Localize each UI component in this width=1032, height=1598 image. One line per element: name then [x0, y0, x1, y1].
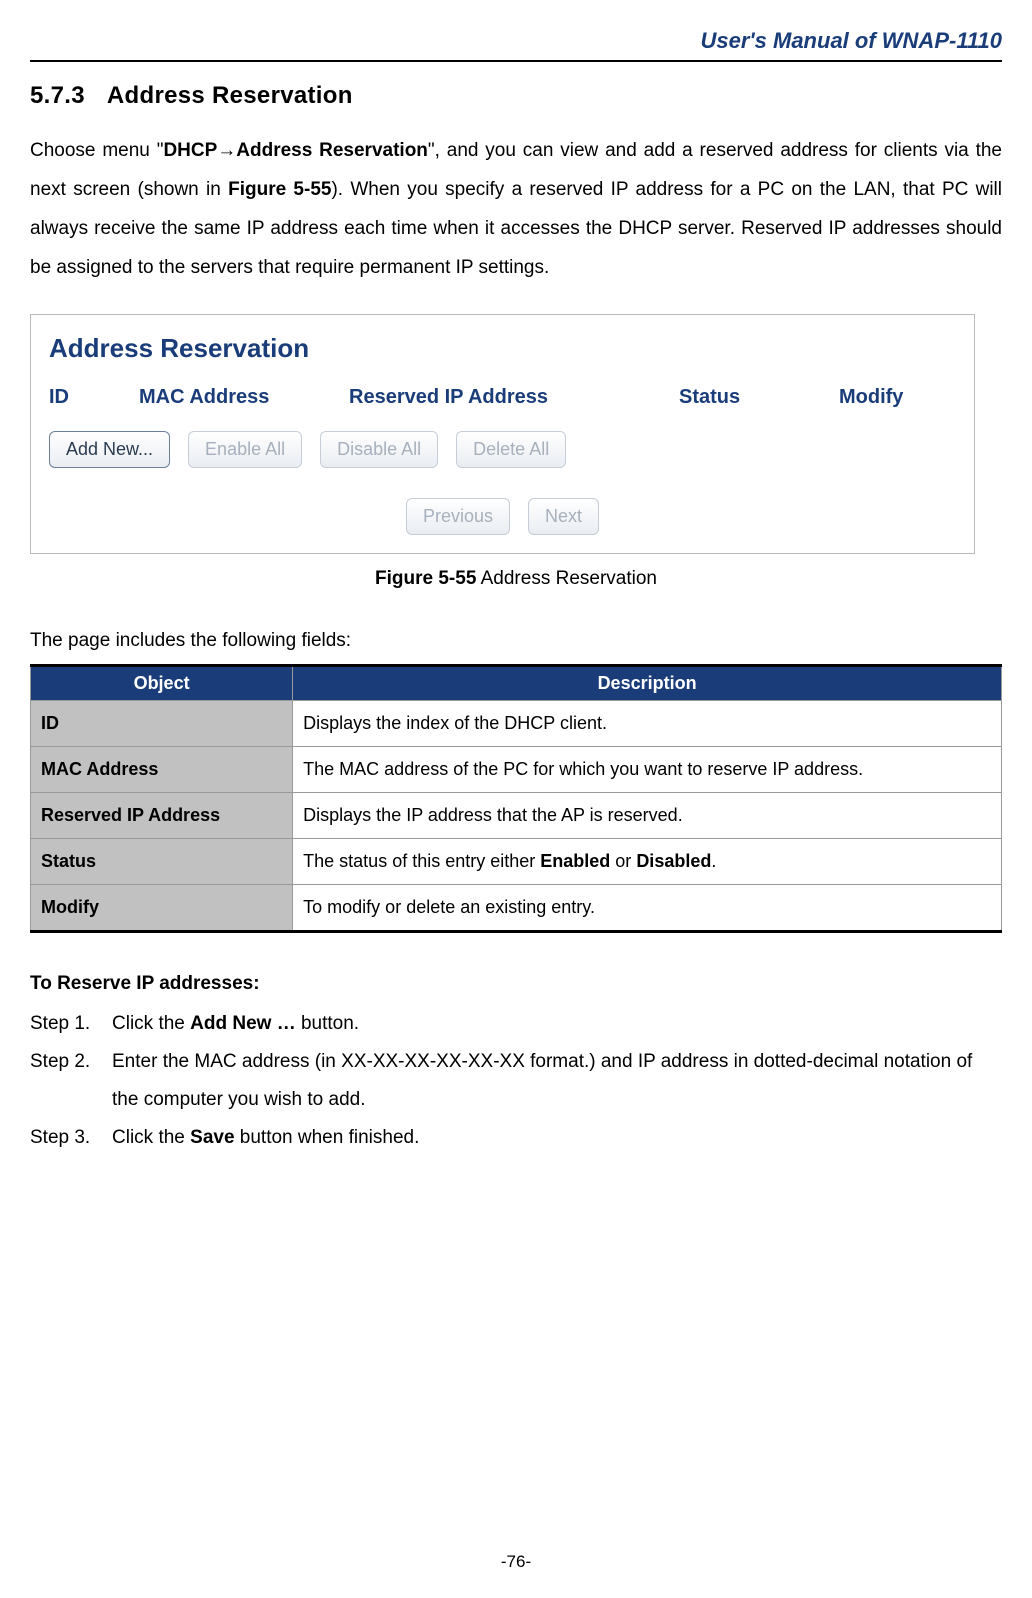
step-3-body: Click the Save button when finished.: [112, 1119, 1002, 1157]
field-object-id: ID: [31, 700, 293, 746]
field-desc-reserved-ip: Displays the IP address that the AP is r…: [293, 792, 1002, 838]
figure-panel-title: Address Reservation: [31, 327, 974, 378]
reserve-heading: To Reserve IP addresses:: [30, 973, 1002, 995]
intro-menu-path: DHCP→Address Reservation: [163, 140, 427, 161]
step-3: Step 3. Click the Save button when finis…: [30, 1119, 1002, 1157]
step-1-label: Step 1.: [30, 1005, 112, 1043]
field-object-status: Status: [31, 838, 293, 884]
table-row: Status The status of this entry either E…: [31, 838, 1002, 884]
status-disabled-bold: Disabled: [636, 851, 711, 871]
section-number: 5.7.3: [30, 82, 85, 109]
header-divider: [30, 60, 1002, 62]
figure-col-status: Status: [679, 386, 839, 409]
step-3-bold: Save: [190, 1127, 234, 1148]
enable-all-button[interactable]: Enable All: [188, 431, 302, 468]
figure-col-reserved-ip: Reserved IP Address: [349, 386, 679, 409]
status-desc-pre: The status of this entry either: [303, 851, 540, 871]
table-row: MAC Address The MAC address of the PC fo…: [31, 746, 1002, 792]
intro-paragraph: Choose menu "DHCP→Address Reservation", …: [30, 132, 1002, 288]
figure-caption: Figure 5-55 Address Reservation: [30, 568, 1002, 590]
intro-figure-ref: Figure 5-55: [228, 179, 331, 200]
status-enabled-bold: Enabled: [540, 851, 610, 871]
step-1-body: Click the Add New … button.: [112, 1005, 1002, 1043]
figure-col-modify: Modify: [839, 386, 949, 409]
step-1-bold: Add New …: [190, 1013, 296, 1034]
document-header-title: User's Manual of WNAP-1110: [30, 0, 1002, 60]
step-2-label: Step 2.: [30, 1043, 112, 1119]
section-heading: 5.7.3 Address Reservation: [30, 82, 1002, 110]
figure-col-mac: MAC Address: [139, 386, 349, 409]
field-desc-id: Displays the index of the DHCP client.: [293, 700, 1002, 746]
fields-header-object: Object: [31, 665, 293, 700]
status-desc-post: .: [711, 851, 716, 871]
intro-pre: Choose menu ": [30, 140, 163, 161]
step-3-post: button when finished.: [235, 1127, 420, 1148]
fields-table: Object Description ID Displays the index…: [30, 664, 1002, 933]
step-2: Step 2. Enter the MAC address (in XX-XX-…: [30, 1043, 1002, 1119]
figure-col-id: ID: [49, 386, 139, 409]
delete-all-button[interactable]: Delete All: [456, 431, 566, 468]
field-desc-status: The status of this entry either Enabled …: [293, 838, 1002, 884]
table-row: ID Displays the index of the DHCP client…: [31, 700, 1002, 746]
fields-intro: The page includes the following fields:: [30, 630, 1002, 652]
field-desc-mac: The MAC address of the PC for which you …: [293, 746, 1002, 792]
figure-column-headers: ID MAC Address Reserved IP Address Statu…: [31, 378, 974, 431]
figure-caption-rest: Address Reservation: [476, 568, 657, 589]
next-button[interactable]: Next: [528, 498, 599, 535]
fields-table-header-row: Object Description: [31, 665, 1002, 700]
step-2-body: Enter the MAC address (in XX-XX-XX-XX-XX…: [112, 1043, 1002, 1119]
add-new-button[interactable]: Add New...: [49, 431, 170, 468]
page-number: -76-: [0, 1552, 1032, 1572]
step-1: Step 1. Click the Add New … button.: [30, 1005, 1002, 1043]
table-row: Modify To modify or delete an existing e…: [31, 884, 1002, 931]
field-object-reserved-ip: Reserved IP Address: [31, 792, 293, 838]
previous-button[interactable]: Previous: [406, 498, 510, 535]
step-1-post: button.: [296, 1013, 359, 1034]
figure-caption-bold: Figure 5-55: [375, 568, 476, 589]
field-object-mac: MAC Address: [31, 746, 293, 792]
fields-header-description: Description: [293, 665, 1002, 700]
figure-nav-row: Previous Next: [31, 498, 974, 535]
table-row: Reserved IP Address Displays the IP addr…: [31, 792, 1002, 838]
figure-button-row: Add New... Enable All Disable All Delete…: [31, 431, 974, 468]
status-desc-mid: or: [610, 851, 636, 871]
field-desc-modify: To modify or delete an existing entry.: [293, 884, 1002, 931]
field-object-modify: Modify: [31, 884, 293, 931]
step-3-pre: Click the: [112, 1127, 190, 1148]
section-title: Address Reservation: [107, 82, 353, 109]
figure-panel: Address Reservation ID MAC Address Reser…: [30, 314, 975, 554]
step-1-pre: Click the: [112, 1013, 190, 1034]
step-3-label: Step 3.: [30, 1119, 112, 1157]
disable-all-button[interactable]: Disable All: [320, 431, 438, 468]
